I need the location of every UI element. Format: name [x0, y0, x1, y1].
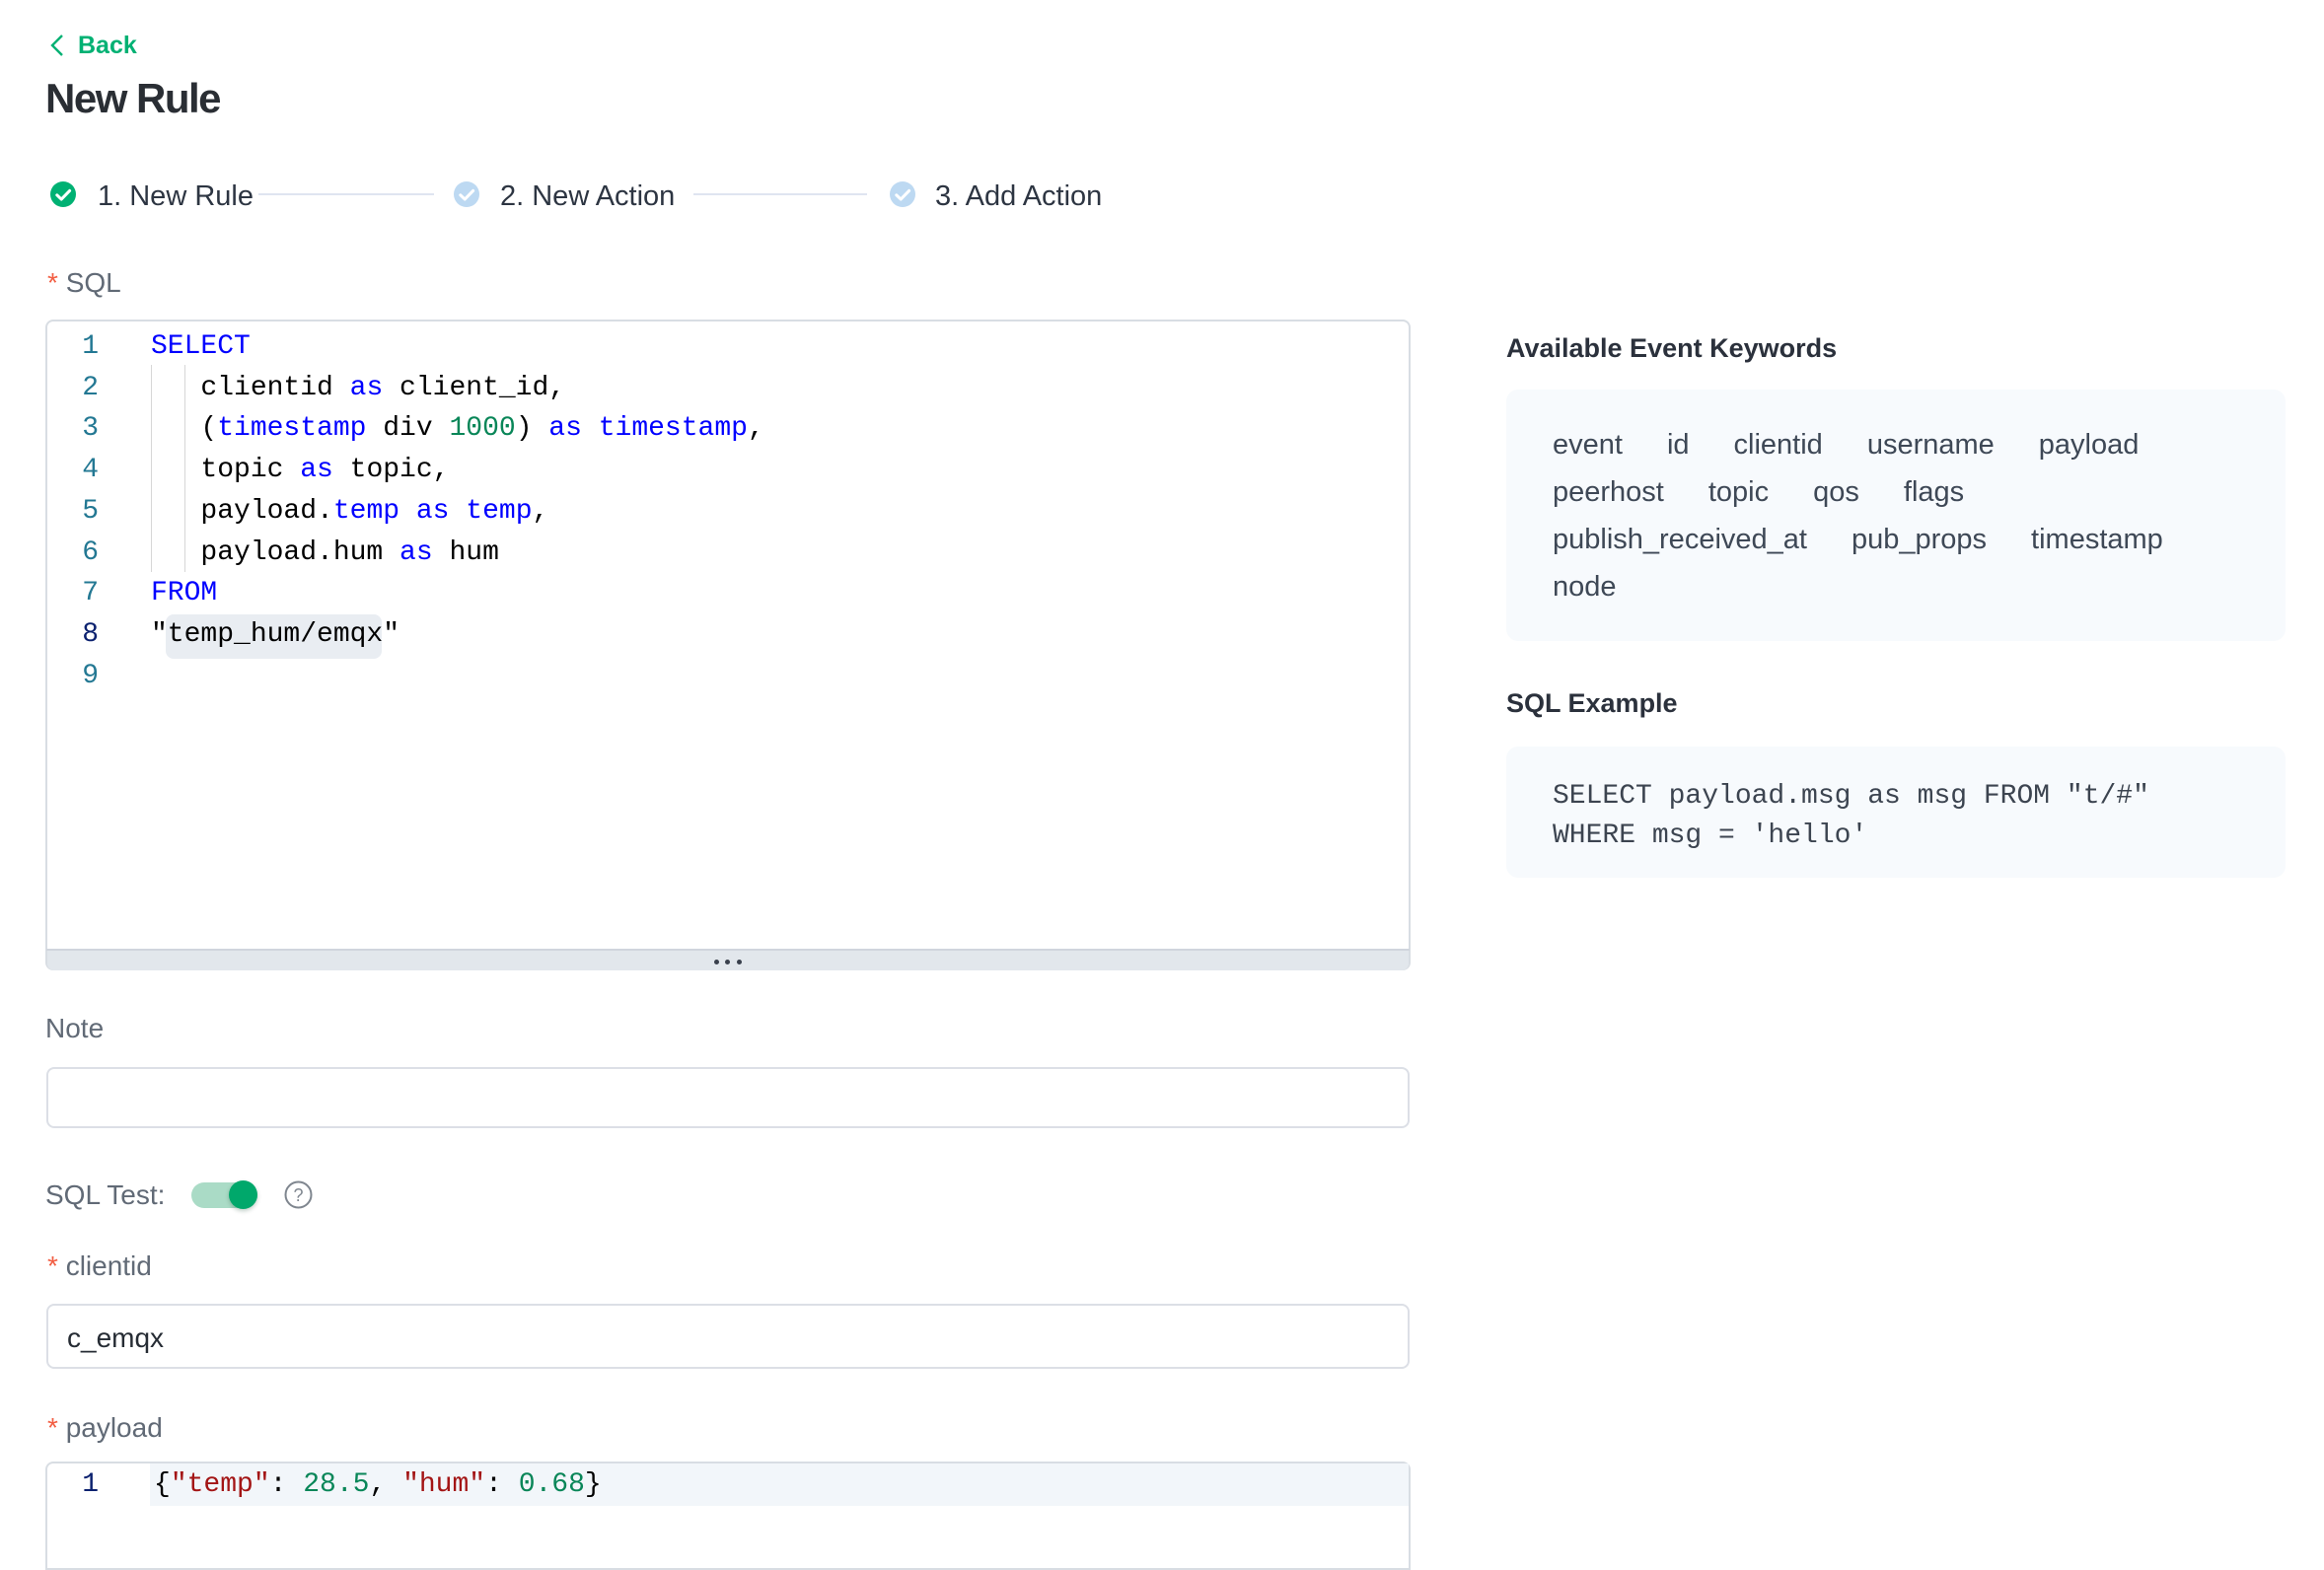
- svg-text:?: ?: [293, 1185, 303, 1205]
